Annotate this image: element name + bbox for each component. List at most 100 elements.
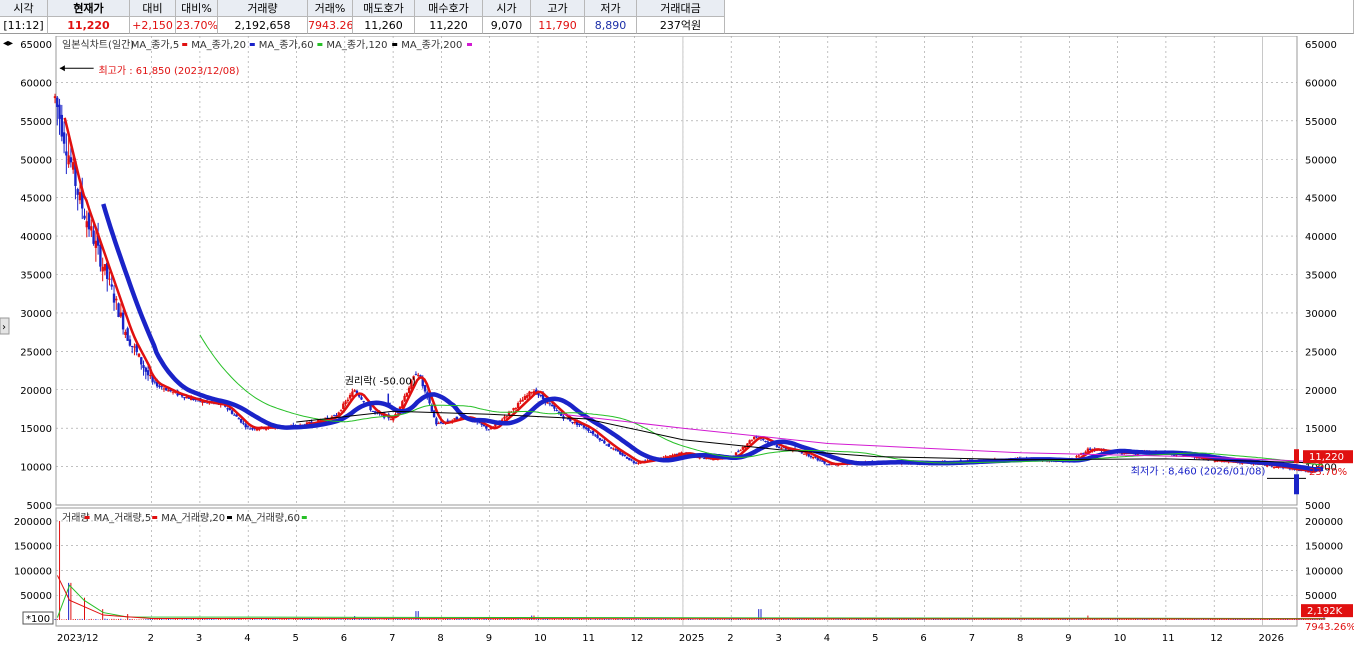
candle-body — [423, 385, 427, 392]
candle-body — [1275, 467, 1278, 469]
candle-body — [550, 404, 554, 407]
x-tick-label: 5 — [293, 633, 299, 644]
candle-body — [821, 460, 824, 462]
candle-body — [124, 331, 127, 336]
stock-chart[interactable]: ›◂▸ 65000 6500060000 6000055000 5500050000 50… — [0, 36, 1354, 646]
high-price-header: 고가 — [531, 0, 585, 17]
x-tick-label: 2 — [148, 633, 154, 644]
candle-body — [546, 402, 549, 404]
candle-body — [514, 407, 518, 409]
candle-body — [516, 403, 520, 409]
candle-body — [737, 451, 740, 453]
candle-body — [133, 346, 136, 348]
price-tick-left: 5000 — [27, 501, 52, 512]
candle-body — [346, 399, 350, 402]
candle-body — [802, 453, 806, 455]
legend-swatch — [182, 43, 188, 46]
x-tick-label: 6 — [341, 633, 347, 644]
candle-body — [439, 421, 443, 424]
volume-tag: 2,192K — [1307, 606, 1343, 617]
candle-body — [780, 448, 783, 450]
candle-body — [117, 303, 120, 317]
candle-body — [585, 427, 588, 429]
volume-tick-left: 150000 — [14, 542, 52, 553]
price-legend-item: MA_종가,60 — [259, 39, 314, 51]
candle-body — [818, 459, 822, 461]
candle-body — [630, 459, 633, 461]
candle-body — [348, 394, 352, 399]
candle-body — [351, 391, 354, 397]
candle-body — [85, 221, 88, 228]
candle-body — [523, 396, 527, 400]
low-range-marker — [1294, 474, 1299, 495]
candle-body — [555, 410, 558, 412]
candle-body — [623, 455, 626, 457]
candle-body — [503, 416, 506, 419]
candle-body — [242, 422, 245, 424]
candle-body — [505, 416, 508, 418]
price-tick-right: 40000 — [1305, 232, 1337, 243]
candle-body — [119, 312, 123, 317]
candle-body — [632, 461, 636, 463]
x-tick-label: 3 — [776, 633, 782, 644]
candle-body — [571, 421, 574, 423]
candle-body — [140, 357, 143, 365]
x-tick-label: 12 — [1210, 633, 1223, 644]
candle-body — [244, 424, 247, 428]
candle-body — [126, 328, 129, 341]
x-tick-label: 10 — [534, 633, 547, 644]
candle-body — [53, 96, 57, 99]
change-value: +2,150 — [130, 17, 176, 34]
price-tick-left: 35000 — [20, 271, 52, 282]
candle-body — [512, 408, 515, 411]
low-price-header: 저가 — [585, 0, 637, 17]
volume-tick-left: 200000 — [14, 517, 52, 528]
change-pct-value: 23.70% — [176, 17, 218, 34]
legend-swatch — [301, 516, 307, 519]
candle-body — [99, 244, 102, 267]
candle-body — [637, 462, 640, 464]
candle-body — [162, 388, 166, 390]
candle-body — [628, 457, 631, 461]
candle-body — [112, 293, 116, 303]
candle-body — [809, 456, 813, 458]
candle-body — [62, 132, 66, 144]
candle-body — [78, 192, 82, 201]
price-panel — [55, 36, 1298, 506]
candle-body — [76, 189, 79, 195]
candle-body — [142, 365, 145, 368]
candle-body — [625, 456, 629, 459]
price-tick-right: 30000 — [1305, 309, 1337, 320]
candle-body — [405, 392, 409, 397]
price-tick-right: 65000 — [1305, 40, 1337, 51]
candle-body — [373, 411, 377, 413]
change-pct-header: 대비% — [176, 0, 218, 17]
candle-body — [539, 395, 543, 397]
candle-body — [110, 284, 113, 287]
trade-amount-header: 거래대금 — [637, 0, 725, 17]
trade-amount-value: 237억원 — [637, 17, 725, 34]
price-tick-right: 15000 — [1305, 424, 1337, 435]
candle-body — [71, 162, 75, 170]
legend-swatch — [317, 43, 323, 46]
candle-body — [158, 385, 161, 387]
x-tick-label: 2026 — [1259, 633, 1284, 644]
candle-body — [430, 404, 434, 412]
candle-body — [1088, 448, 1092, 450]
candle-body — [56, 97, 59, 108]
candle-body — [752, 436, 756, 440]
price-tick-right: 35000 — [1305, 271, 1337, 282]
high-annotation: 최고가 : 61,850 (2023/12/08) — [98, 65, 239, 77]
candle-body — [548, 403, 552, 405]
quote-table-filler — [725, 0, 1354, 34]
candle-body — [130, 345, 134, 347]
candle-body — [333, 415, 336, 417]
candle-body — [92, 230, 95, 244]
candle-body — [371, 410, 375, 412]
candle-body — [591, 430, 595, 435]
legend-swatch — [392, 43, 398, 46]
candle-body — [360, 397, 363, 400]
candle-body — [103, 264, 107, 271]
candle-body — [530, 392, 533, 394]
candle-body — [762, 438, 765, 440]
